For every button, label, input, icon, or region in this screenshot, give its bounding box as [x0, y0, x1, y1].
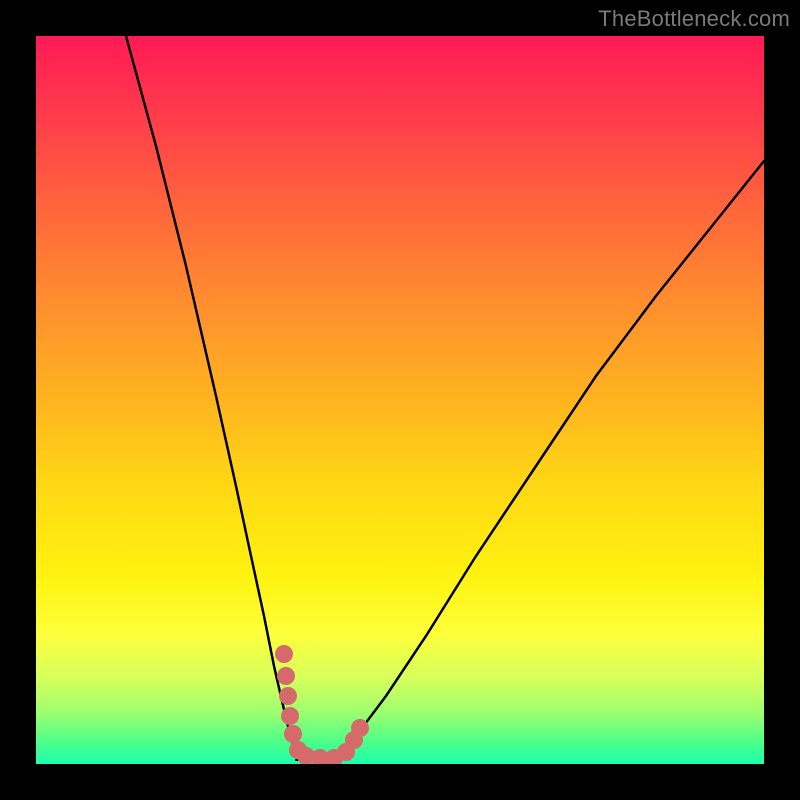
dip-marker — [275, 645, 293, 663]
chart-frame: TheBottleneck.com — [0, 0, 800, 800]
dip-marker — [351, 719, 369, 737]
dip-marker — [281, 707, 299, 725]
plot-area — [36, 36, 764, 764]
dip-marker-group — [275, 645, 369, 764]
dip-marker — [279, 687, 297, 705]
series-left-curve — [126, 36, 300, 758]
dip-marker — [284, 725, 302, 743]
watermark-text: TheBottleneck.com — [598, 6, 790, 32]
dip-marker — [277, 667, 295, 685]
bottleneck-curves — [126, 36, 764, 760]
curve-layer — [36, 36, 764, 764]
series-right-curve — [336, 161, 764, 758]
